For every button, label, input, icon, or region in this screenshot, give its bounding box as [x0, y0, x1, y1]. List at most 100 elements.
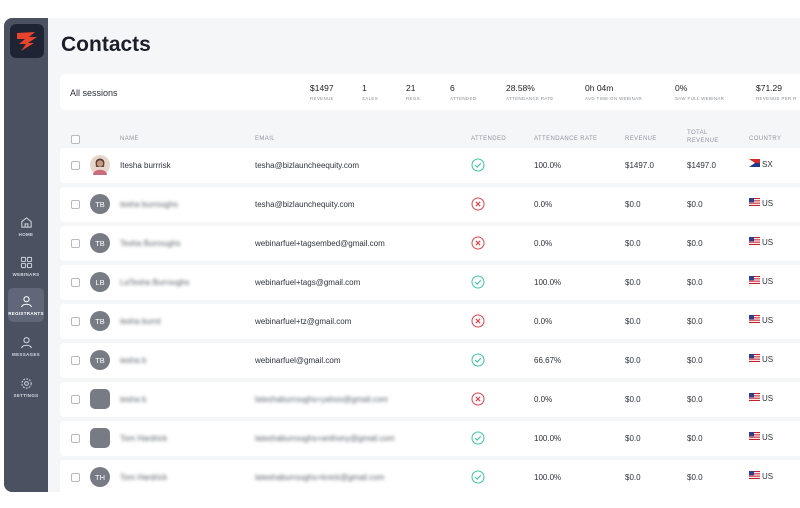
total-revenue: $0.0: [687, 356, 703, 365]
avatar-initials: TB: [95, 238, 105, 248]
contact-name[interactable]: Tom Hardrick: [120, 434, 167, 443]
revenue: $0.0: [625, 395, 641, 404]
row-checkbox[interactable]: [71, 200, 80, 209]
sidebar-item-registrants[interactable]: REGISTRANTS: [4, 288, 48, 322]
select-all-checkbox[interactable]: [71, 135, 80, 144]
check-circle-icon: [471, 353, 485, 367]
stat-attended: 6 ATTENDED: [450, 83, 477, 101]
attendance-rate: 100.0%: [534, 161, 562, 170]
avatar: [90, 155, 110, 175]
col-revenue[interactable]: REVENUE: [625, 136, 657, 142]
flag-icon: [749, 315, 760, 325]
col-name[interactable]: NAME: [120, 136, 139, 142]
user-photo-icon: [93, 158, 107, 175]
col-country[interactable]: COUNTRY: [749, 136, 781, 142]
flag-icon: [749, 471, 760, 481]
contact-name[interactable]: Itesha burrrisk: [120, 161, 171, 170]
session-filter[interactable]: All sessions: [70, 88, 118, 98]
contact-name[interactable]: Tom Hardrick: [120, 473, 167, 482]
contact-name[interactable]: tesha b: [120, 356, 146, 365]
gear-icon: [20, 377, 32, 389]
page-title: Contacts: [61, 33, 151, 56]
sidebar-item-label: REGISTRANTS: [8, 310, 44, 316]
row-checkbox[interactable]: [71, 278, 80, 287]
contact-email: lateshaburroughs+yahoo@gmail.com: [255, 395, 388, 404]
flag-icon: [749, 237, 760, 247]
row-checkbox[interactable]: [71, 395, 80, 404]
country-code: US: [762, 237, 774, 247]
flag-icon: [749, 276, 760, 286]
country: SX: [749, 159, 773, 169]
row-checkbox[interactable]: [71, 434, 80, 443]
col-attended[interactable]: ATTENDED: [471, 136, 506, 142]
contact-email: webinarfuel+tags@gmail.com: [255, 278, 361, 287]
row-checkbox[interactable]: [71, 473, 80, 482]
sidebar-item-webinars[interactable]: WEBINARS: [4, 249, 48, 283]
table-row[interactable]: tesha b lateshaburroughs+yahoo@gmail.com 0…: [60, 382, 800, 417]
stat-regs: 21 REGS.: [406, 83, 422, 101]
country: US: [749, 315, 773, 325]
country-code: SX: [762, 159, 773, 169]
table-row[interactable]: Tom Hardrick lateshaburroughs+anthony@gma…: [60, 421, 800, 456]
total-revenue: $0.0: [687, 395, 703, 404]
contact-email: tesha@bizlauncheequity.com: [255, 161, 360, 170]
flag-icon: [749, 432, 760, 442]
row-checkbox[interactable]: [71, 239, 80, 248]
table-row[interactable]: Itesha burrrisk tesha@bizlauncheequity.co…: [60, 148, 800, 183]
revenue: $1497.0: [625, 161, 654, 170]
row-checkbox[interactable]: [71, 317, 80, 326]
flag-icon: [749, 393, 760, 403]
country-code: US: [762, 471, 774, 481]
flag-icon: [749, 198, 760, 208]
main-panel: Contacts All sessions $1497 REVENUE 1 SALE…: [48, 18, 800, 495]
sidebar-item-home[interactable]: HOME: [4, 209, 48, 243]
app-logo[interactable]: [10, 24, 44, 58]
avatar-initials: TB: [95, 199, 105, 209]
contact-email: lateshaburroughs+knick@gmail.com: [255, 473, 385, 482]
sidebar-item-label: MESSAGES: [12, 351, 40, 357]
x-circle-icon: [471, 314, 485, 328]
country-code: US: [762, 432, 774, 442]
row-checkbox[interactable]: [71, 356, 80, 365]
contacts-table-body: Itesha burrrisk tesha@bizlauncheequity.co…: [60, 148, 800, 499]
contact-name[interactable]: tesha burroughs: [120, 200, 178, 209]
table-row[interactable]: TH Tom Hardrick lateshaburroughs+knick@gma…: [60, 460, 800, 495]
contact-name[interactable]: LaTesha Burroughs: [120, 278, 189, 287]
avatar: [90, 389, 110, 409]
revenue: $0.0: [625, 278, 641, 287]
avatar: TB: [90, 233, 110, 253]
sidebar-item-settings[interactable]: SETTINGS: [4, 370, 48, 404]
sidebar: HOME WEBINARS REGISTRANTS MESSAGES SETTI…: [4, 18, 48, 492]
country: US: [749, 237, 773, 247]
contact-email: webinarfuel+tz@gmail.com: [255, 317, 352, 326]
avatar-initials: TB: [95, 355, 105, 365]
user-icon: [20, 295, 32, 307]
country-code: US: [762, 198, 774, 208]
col-total-revenue[interactable]: TOTAL REVENUE: [687, 129, 719, 145]
country: US: [749, 276, 773, 286]
contact-name[interactable]: tesha b: [120, 395, 146, 404]
row-checkbox[interactable]: [71, 161, 80, 170]
avatar-initials: TH: [95, 472, 105, 482]
country: US: [749, 354, 773, 364]
table-row[interactable]: TB tesha burroughs tesha@bizlaunchequity.c…: [60, 187, 800, 222]
country: US: [749, 198, 773, 208]
table-row[interactable]: TB tesha burrd webinarfuel+tz@gmail.com 0.0…: [60, 304, 800, 339]
summary-stats-bar: All sessions $1497 REVENUE 1 SALES 21 REGS.…: [60, 74, 800, 110]
contact-name[interactable]: Tesha Burroughs: [120, 239, 180, 248]
col-email[interactable]: EMAIL: [255, 136, 275, 142]
stat-attendance-rate: 28.58% ATTENDANCE RATE: [506, 83, 554, 101]
stat-revenue: $1497 REVENUE: [310, 83, 334, 101]
table-row[interactable]: TB Tesha Burroughs webinarfuel+tagsembed@g…: [60, 226, 800, 261]
table-row[interactable]: LB LaTesha Burroughs webinarfuel+tags@gmai…: [60, 265, 800, 300]
country-code: US: [762, 315, 774, 325]
revenue: $0.0: [625, 434, 641, 443]
message-user-icon: [20, 336, 32, 348]
avatar-initials: LB: [95, 277, 105, 287]
table-row[interactable]: TB tesha b webinarfuel@gmail.com 66.67% $0.0…: [60, 343, 800, 378]
check-circle-icon: [471, 431, 485, 445]
contact-name[interactable]: tesha burrd: [120, 317, 160, 326]
sidebar-item-messages[interactable]: MESSAGES: [4, 329, 48, 363]
col-attendance-rate[interactable]: ATTENDANCE RATE: [534, 136, 597, 142]
attendance-rate: 100.0%: [534, 434, 562, 443]
